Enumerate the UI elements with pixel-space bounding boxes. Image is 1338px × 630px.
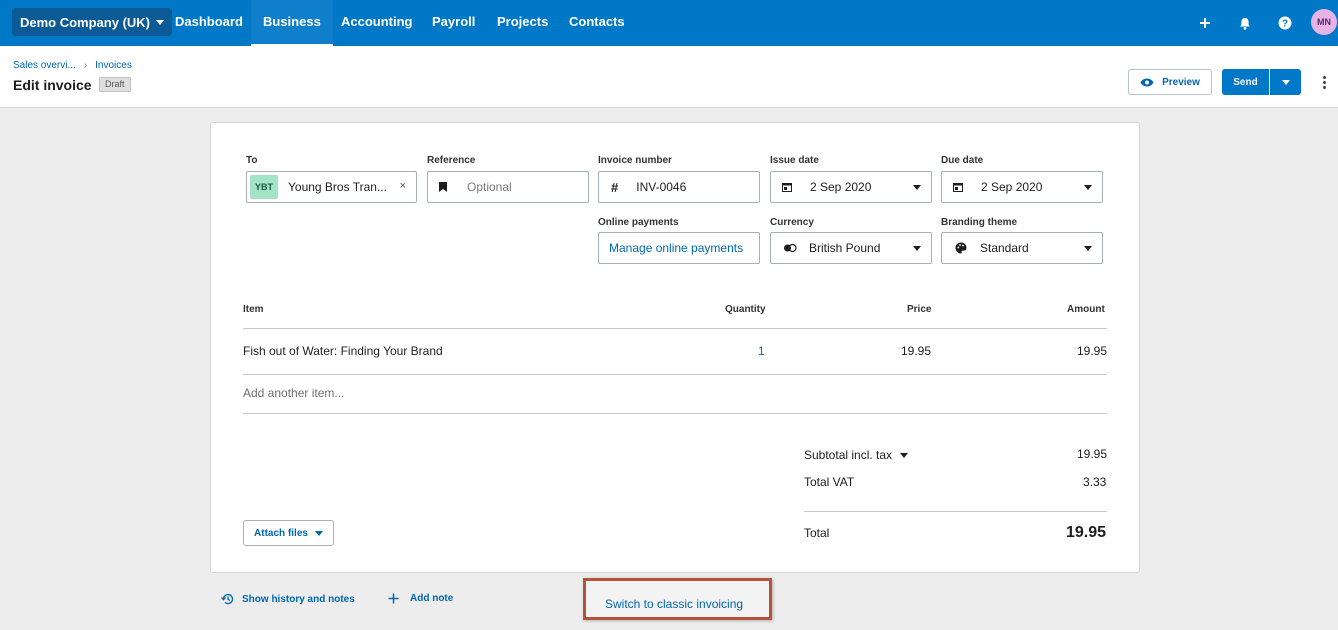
status-badge: Draft [99, 77, 131, 92]
issue-date-field[interactable]: 2 Sep 2020 [770, 171, 932, 203]
calendar-icon [782, 183, 792, 192]
vat-label: Total VAT [804, 475, 855, 489]
show-history-label: Show history and notes [242, 593, 355, 605]
breadcrumb-invoices[interactable]: Invoices [95, 60, 132, 71]
line-item-price[interactable]: 19.95 [901, 344, 931, 358]
top-navigation: Demo Company (UK) Dashboard Business Acc… [0, 0, 1338, 46]
manage-online-payments-link[interactable]: Manage online payments [609, 241, 743, 255]
chevron-down-icon [1281, 79, 1290, 85]
page-header: Sales overvi... › Invoices Edit invoice … [0, 46, 1338, 108]
branding-theme-select[interactable]: Standard [941, 232, 1103, 264]
organisation-switcher[interactable]: Demo Company (UK) [12, 8, 173, 36]
currency-value: British Pound [809, 241, 881, 255]
hash-icon: # [611, 179, 619, 195]
svg-text:?: ? [1282, 19, 1288, 30]
currency-select[interactable]: British Pound [770, 232, 932, 264]
subtotal-label: Subtotal incl. tax [804, 448, 893, 462]
column-header-amount: Amount [1067, 304, 1105, 315]
due-date-field[interactable]: 2 Sep 2020 [941, 171, 1103, 203]
due-date-value: 2 Sep 2020 [981, 180, 1043, 194]
online-payments-label: Online payments [598, 217, 679, 228]
palette-icon [955, 242, 967, 254]
branding-theme-label: Branding theme [941, 217, 1018, 228]
attach-files-label: Attach files [254, 527, 308, 539]
table-divider [243, 374, 1107, 375]
table-divider [243, 413, 1107, 414]
switch-to-classic-link[interactable]: Switch to classic invoicing [605, 597, 743, 611]
page-title: Edit invoice [13, 77, 92, 93]
contact-name: Young Bros Tran... [288, 180, 387, 194]
to-field[interactable]: YBT Young Bros Tran... × [246, 171, 417, 203]
add-note-link[interactable]: Add note [388, 593, 453, 604]
help-icon[interactable]: ? [1275, 13, 1295, 33]
to-label: To [246, 155, 258, 166]
chevron-down-icon [913, 185, 921, 190]
nav-dashboard[interactable]: Dashboard [175, 0, 243, 46]
column-header-price: Price [907, 304, 932, 315]
attach-files-button[interactable]: Attach files [243, 520, 334, 546]
add-note-label: Add note [410, 593, 454, 604]
issue-date-label: Issue date [770, 155, 819, 166]
chevron-down-icon [900, 452, 909, 458]
chevron-down-icon [156, 19, 165, 25]
totals-divider [804, 511, 1107, 512]
subtotal-value: 19.95 [1077, 447, 1108, 461]
currency-icon [784, 243, 797, 253]
column-header-item: Item [243, 304, 264, 315]
add-item-input[interactable]: Add another item... [243, 386, 344, 400]
branding-theme-value: Standard [980, 241, 1029, 255]
reference-label: Reference [427, 155, 476, 166]
chevron-down-icon [1084, 185, 1092, 190]
nav-contacts[interactable]: Contacts [569, 0, 625, 46]
history-icon [221, 593, 234, 605]
more-options-icon[interactable] [1318, 72, 1330, 92]
nav-projects[interactable]: Projects [497, 0, 548, 46]
plus-icon [388, 593, 399, 604]
due-date-label: Due date [941, 155, 984, 166]
organisation-name: Demo Company (UK) [20, 14, 151, 30]
user-avatar[interactable]: MN [1311, 9, 1337, 35]
currency-label: Currency [770, 217, 814, 228]
table-divider [243, 328, 1107, 329]
breadcrumb-separator-icon: › [83, 60, 88, 71]
subtotal-toggle[interactable]: Subtotal incl. tax [804, 448, 909, 462]
chevron-down-icon [314, 530, 323, 536]
chevron-down-icon [913, 246, 921, 251]
nav-business[interactable]: Business [251, 0, 333, 46]
show-history-link[interactable]: Show history and notes [221, 593, 355, 605]
send-button[interactable]: Send [1222, 69, 1269, 95]
chevron-down-icon [1084, 246, 1092, 251]
preview-label: Preview [1162, 76, 1200, 88]
reference-field[interactable]: Optional [427, 171, 589, 203]
nav-payroll[interactable]: Payroll [432, 0, 475, 46]
calendar-icon [953, 183, 963, 192]
contact-initials: YBT [250, 175, 278, 199]
column-header-quantity: Quantity [725, 304, 766, 315]
line-item-amount: 19.95 [1077, 344, 1108, 358]
online-payments-field: Manage online payments [598, 232, 760, 264]
plus-icon[interactable] [1195, 13, 1215, 33]
send-options-button[interactable] [1270, 69, 1301, 95]
total-value: 19.95 [1066, 524, 1107, 541]
reference-placeholder: Optional [467, 180, 512, 194]
breadcrumb: Sales overvi... › Invoices [13, 60, 132, 71]
line-item-quantity[interactable]: 1 [758, 344, 765, 358]
vat-value: 3.33 [1083, 475, 1107, 489]
bell-icon[interactable] [1235, 13, 1255, 33]
total-label: Total [804, 526, 830, 540]
preview-button[interactable]: Preview [1128, 69, 1212, 95]
eye-icon [1140, 78, 1154, 86]
invoice-number-label: Invoice number [598, 155, 672, 166]
clear-contact-icon[interactable]: × [400, 180, 406, 192]
issue-date-value: 2 Sep 2020 [810, 180, 872, 194]
bookmark-icon [439, 182, 447, 192]
line-item-description[interactable]: Fish out of Water: Finding Your Brand [243, 344, 443, 358]
invoice-number-value: INV-0046 [636, 180, 687, 194]
breadcrumb-sales-overview[interactable]: Sales overvi... [13, 60, 76, 71]
invoice-number-field[interactable]: # INV-0046 [598, 171, 760, 203]
nav-accounting[interactable]: Accounting [341, 0, 413, 46]
